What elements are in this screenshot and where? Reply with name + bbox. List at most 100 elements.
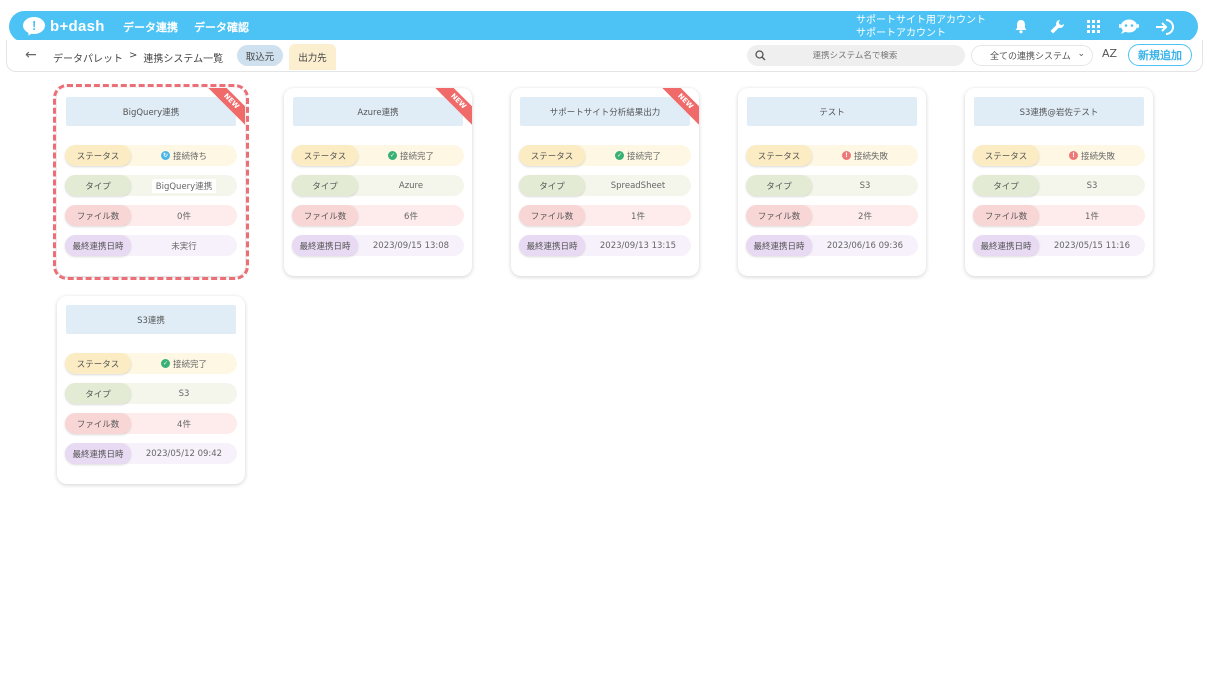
status-value: ✓ 接続完了 <box>131 358 237 370</box>
status-row: ステータス ! 接続失敗 <box>973 145 1145 166</box>
status-value: ✓ 接続完了 <box>358 150 464 162</box>
status-value: ↻ 接続待ち <box>131 150 237 162</box>
check-circle-icon: ✓ <box>160 359 170 368</box>
last-sync-row: 最終連携日時 2023/06/16 09:36 <box>746 235 918 256</box>
file-count-row: ファイル数 1件 <box>973 205 1145 226</box>
file-count-label: ファイル数 <box>973 205 1039 226</box>
last-sync-label: 最終連携日時 <box>292 235 358 256</box>
file-count-label: ファイル数 <box>292 205 358 226</box>
card-title: S3連携 <box>66 305 236 334</box>
type-row: タイプ S3 <box>973 175 1145 196</box>
status-text: 接続待ち <box>172 151 207 162</box>
breadcrumb-root[interactable]: データパレット <box>53 50 123 65</box>
status-label: ステータス <box>292 145 358 166</box>
type-label: タイプ <box>746 175 812 196</box>
file-count-label: ファイル数 <box>65 205 131 226</box>
integration-card[interactable]: テスト ステータス ! 接続失敗 タイプ S3 ファイル数 2件 最終連携日時 … <box>738 88 926 276</box>
last-sync-label: 最終連携日時 <box>65 443 131 464</box>
wrench-icon[interactable] <box>1046 16 1068 38</box>
status-value: ✓ 接続完了 <box>585 150 691 162</box>
sort-az-icon[interactable]: AZ <box>1102 47 1117 60</box>
type-row: タイプ S3 <box>65 383 237 404</box>
last-sync-row: 最終連携日時 2023/09/15 13:08 <box>292 235 464 256</box>
tab-export-destination[interactable]: 出力先 <box>289 44 336 70</box>
file-count-value: 0件 <box>177 211 191 222</box>
type-row: タイプ Azure <box>292 175 464 196</box>
error-circle-icon: ! <box>841 151 851 160</box>
back-arrow-icon[interactable]: ← <box>25 47 37 63</box>
file-count-row: ファイル数 4件 <box>65 413 237 434</box>
top-navbar: ! b+dash データ連携 データ確認 サポートサイト用アカウント サポートア… <box>9 11 1198 42</box>
check-circle-icon: ✓ <box>614 151 624 160</box>
status-label: ステータス <box>519 145 585 166</box>
search-box <box>747 45 965 66</box>
type-text: SpreadSheet <box>610 180 666 191</box>
nav-data-integration[interactable]: データ連携 <box>123 19 178 35</box>
type-row: タイプ SpreadSheet <box>519 175 691 196</box>
type-row: タイプ S3 <box>746 175 918 196</box>
integration-card[interactable]: S3連携@岩佐テスト ステータス ! 接続失敗 タイプ S3 ファイル数 1件 … <box>965 88 1153 276</box>
type-text: S3 <box>859 180 871 191</box>
last-sync-value: 2023/05/15 11:16 <box>1053 240 1131 251</box>
account-user: サポートアカウント <box>856 27 946 39</box>
integration-card[interactable]: S3連携 ステータス ✓ 接続完了 タイプ S3 ファイル数 4件 最終連携日時… <box>57 296 245 484</box>
card-title: S3連携@岩佐テスト <box>974 97 1144 126</box>
chat-bot-icon[interactable] <box>1118 16 1140 38</box>
file-count-value: 6件 <box>404 211 418 222</box>
status-text: 接続完了 <box>626 151 661 162</box>
bell-icon[interactable] <box>1010 16 1032 38</box>
last-sync-row: 最終連携日時 2023/09/13 13:15 <box>519 235 691 256</box>
status-text: 接続完了 <box>172 359 207 370</box>
file-count-value: 1件 <box>1085 211 1099 222</box>
status-label: ステータス <box>973 145 1039 166</box>
status-label: ステータス <box>746 145 812 166</box>
card-title: BigQuery連携 <box>66 97 236 126</box>
file-count-row: ファイル数 6件 <box>292 205 464 226</box>
logout-icon[interactable] <box>1154 16 1176 38</box>
file-count-value: 2件 <box>858 211 872 222</box>
status-text: 接続完了 <box>399 151 434 162</box>
type-value: SpreadSheet <box>585 181 691 191</box>
tab-import-source[interactable]: 取込元 <box>237 45 283 66</box>
status-value: ! 接続失敗 <box>1039 150 1145 162</box>
status-value: ! 接続失敗 <box>812 150 918 162</box>
sub-toolbar: ← データパレット > 連携システム一覧 取込元 出力先 全ての連携システム ⌄… <box>6 40 1203 72</box>
card-title: テスト <box>747 97 917 126</box>
logo[interactable]: ! b+dash <box>23 16 113 37</box>
type-row: タイプ BigQuery連携 <box>65 175 237 196</box>
integration-card[interactable]: サポートサイト分析結果出力 ステータス ✓ 接続完了 タイプ SpreadShe… <box>511 88 699 276</box>
grid-icon[interactable] <box>1082 16 1104 38</box>
breadcrumb-separator: > <box>129 50 138 61</box>
check-circle-icon: ✓ <box>387 151 397 160</box>
file-count-label: ファイル数 <box>746 205 812 226</box>
account-name: サポートサイト用アカウント <box>856 14 986 26</box>
file-count-value: 4件 <box>177 419 191 430</box>
file-count-value: 1件 <box>631 211 645 222</box>
last-sync-row: 最終連携日時 未実行 <box>65 235 237 256</box>
card-title: Azure連携 <box>293 97 463 126</box>
last-sync-label: 最終連携日時 <box>519 235 585 256</box>
breadcrumb: データパレット > 連携システム一覧 <box>53 50 223 65</box>
type-value: S3 <box>131 389 237 399</box>
file-count-row: ファイル数 1件 <box>519 205 691 226</box>
file-count-label: ファイル数 <box>65 413 131 434</box>
card-title: サポートサイト分析結果出力 <box>520 97 690 126</box>
search-input[interactable] <box>770 50 940 61</box>
integration-card[interactable]: Azure連携 ステータス ✓ 接続完了 タイプ Azure ファイル数 6件 … <box>284 88 472 276</box>
last-sync-value: 未実行 <box>171 241 197 252</box>
account-info[interactable]: サポートサイト用アカウント サポートアカウント <box>856 14 996 40</box>
status-text: 接続失敗 <box>1080 151 1115 162</box>
type-value: BigQuery連携 <box>131 178 237 193</box>
type-label: タイプ <box>65 175 131 196</box>
status-label: ステータス <box>65 145 131 166</box>
integration-card[interactable]: BigQuery連携 ステータス ↻ 接続待ち タイプ BigQuery連携 フ… <box>57 88 245 276</box>
status-row: ステータス ✓ 接続完了 <box>519 145 691 166</box>
nav-data-check[interactable]: データ確認 <box>194 19 249 35</box>
type-value: Azure <box>358 181 464 191</box>
add-new-button[interactable]: 新規追加 <box>1128 44 1192 66</box>
system-filter-select[interactable]: 全ての連携システム ⌄ <box>971 45 1093 66</box>
logo-bubble-icon: ! <box>23 16 47 37</box>
type-text: S3 <box>1086 180 1098 191</box>
last-sync-row: 最終連携日時 2023/05/12 09:42 <box>65 443 237 464</box>
error-circle-icon: ! <box>1068 151 1078 160</box>
